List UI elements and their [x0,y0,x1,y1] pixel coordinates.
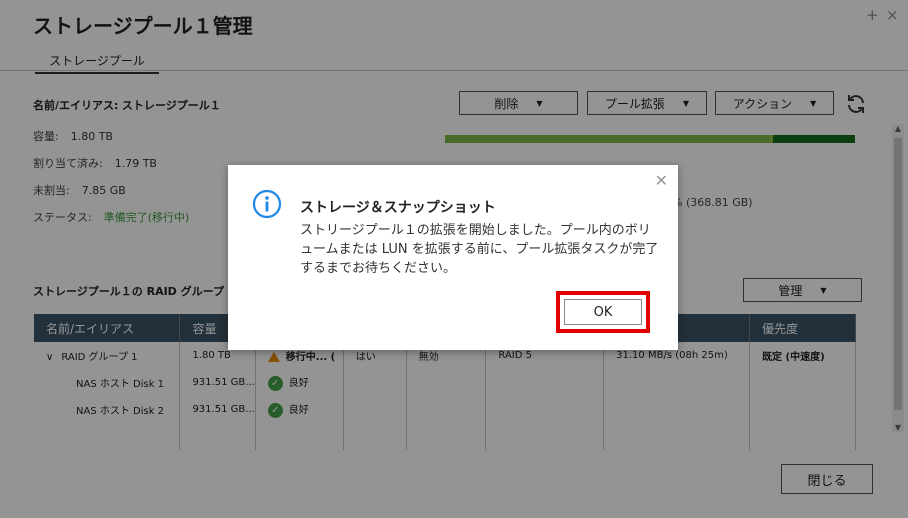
dialog-message: ストリージプール１の拡張を開始しました。プール内のボリュームまたは LUN を拡… [300,223,659,276]
info-icon [252,189,282,219]
ok-highlight-box: OK [556,291,650,333]
info-dialog: ✕ ストレージ＆スナップショット ストリージプール１の拡張を開始しました。プール… [228,165,678,350]
dialog-title: ストレージ＆スナップショット [300,200,496,216]
dialog-close-icon[interactable]: ✕ [655,171,668,190]
ok-button[interactable]: OK [564,299,642,325]
